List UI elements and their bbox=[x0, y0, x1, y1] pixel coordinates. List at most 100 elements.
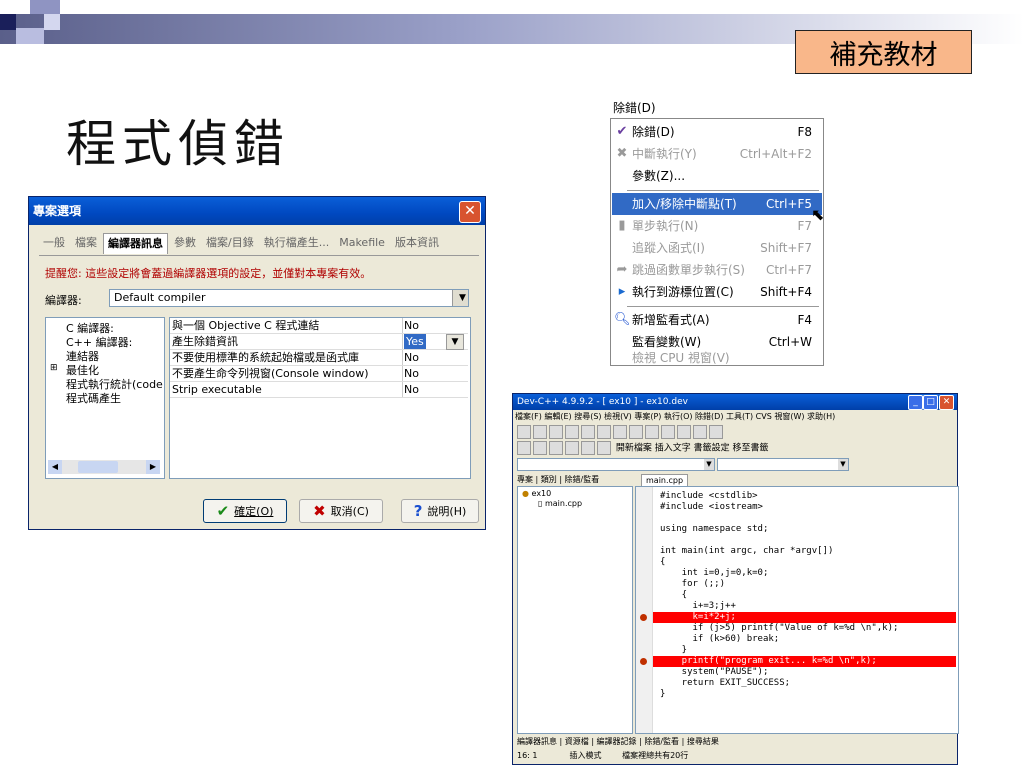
ide-toolbar-2[interactable]: 開新檔案 插入文字 書籤設定 移至書籤 bbox=[517, 441, 768, 455]
code-line[interactable]: if (k>60) break; bbox=[660, 634, 780, 645]
code-line[interactable]: #include <cstdlib> bbox=[660, 491, 758, 502]
tab-compiler[interactable]: 編譯器訊息 bbox=[103, 233, 168, 254]
tab-general[interactable]: 一般 bbox=[39, 233, 69, 253]
code-line[interactable]: using namespace std; bbox=[660, 524, 768, 535]
menu-item-cpu-window[interactable]: 檢視 CPU 視窗(V) bbox=[612, 351, 822, 365]
chevron-down-icon[interactable]: ▼ bbox=[452, 290, 468, 306]
ok-button[interactable]: ✔ 確定(O) bbox=[203, 499, 287, 523]
code-line[interactable]: if (j>5) printf("Value of k=%d \n",k); bbox=[660, 623, 899, 634]
code-editor[interactable]: #include <cstdlib> #include <iostream> usi… bbox=[635, 486, 959, 734]
tab-build[interactable]: 執行檔產生... bbox=[260, 233, 334, 253]
option-row[interactable]: 產生除錯資訊 Yes ▼ bbox=[170, 334, 468, 350]
code-line[interactable]: } bbox=[660, 645, 687, 656]
chevron-down-icon[interactable]: ▼ bbox=[704, 459, 714, 470]
option-name: Strip executable bbox=[170, 382, 403, 397]
cancel-label: 取消(C) bbox=[330, 505, 369, 518]
tree-item-code-generation[interactable]: 程式碼產生 bbox=[66, 390, 121, 406]
tab-directories[interactable]: 檔案/目錄 bbox=[202, 233, 258, 253]
cancel-button[interactable]: ✖ 取消(C) bbox=[299, 499, 383, 523]
debug-menu-title[interactable]: 除錯(D) bbox=[613, 99, 656, 116]
bottom-panel-tabs[interactable]: 編譯器訊息 | 資源檔 | 編譯器記錄 | 除錯/監看 | 搜尋結果 bbox=[517, 736, 957, 748]
ide-toolbar-1[interactable] bbox=[517, 425, 725, 439]
dialog-title: 專案選項 bbox=[29, 197, 485, 225]
scroll-right-icon[interactable]: ▶ bbox=[146, 460, 160, 474]
editor-gutter[interactable] bbox=[636, 487, 653, 733]
option-row[interactable]: 不要使用標準的系統起始檔或是函式庫 No bbox=[170, 350, 468, 366]
option-value: No bbox=[404, 319, 419, 332]
expand-icon[interactable]: ⊞ bbox=[50, 363, 58, 373]
close-button[interactable]: ✕ bbox=[939, 395, 954, 410]
check-icon: ✔ bbox=[216, 502, 230, 520]
compiler-select[interactable]: Default compiler ▼ bbox=[109, 289, 469, 307]
project-tree: ● ex10 ▯ main.cpp bbox=[517, 486, 633, 734]
code-line-breakpoint[interactable]: k=i*2+j; bbox=[653, 612, 956, 623]
option-value: No bbox=[404, 383, 419, 396]
menu-item-step-over[interactable]: ➦ 跳過函數單步執行(S) Ctrl+F7 bbox=[612, 259, 822, 281]
horizontal-scrollbar[interactable]: ◀ ▶ bbox=[48, 460, 160, 474]
watch-icon: 🔍︎ bbox=[614, 312, 631, 327]
minimize-button[interactable]: _ bbox=[908, 395, 923, 410]
code-line[interactable]: } bbox=[660, 689, 665, 700]
option-name: 不要產生命令列視窗(Console window) bbox=[170, 366, 403, 381]
menu-item-parameters[interactable]: 參數(Z)... bbox=[612, 165, 822, 187]
menu-item-step[interactable]: ▮ 單步執行(N) F7 bbox=[612, 215, 822, 237]
code-line[interactable]: int i=0,j=0,k=0; bbox=[660, 568, 769, 579]
option-value: No bbox=[404, 367, 419, 380]
close-button[interactable]: ✕ bbox=[459, 201, 481, 223]
deco-square bbox=[30, 0, 60, 14]
option-row[interactable]: 不要產生命令列視窗(Console window) No bbox=[170, 366, 468, 382]
cursor-position: 16: 1 bbox=[517, 751, 538, 760]
panel-tabs[interactable]: 專案 | 類別 | 除錯/監看 bbox=[517, 474, 631, 486]
code-line[interactable]: for (;;) bbox=[660, 579, 725, 590]
option-value-selected[interactable]: Yes bbox=[404, 334, 426, 349]
member-select[interactable]: ▼ bbox=[717, 458, 849, 471]
project-options-dialog: 專案選項 ✕ 一般 檔案 編譯器訊息 參數 檔案/目錄 執行檔產生... Mak… bbox=[28, 196, 486, 530]
code-line[interactable]: int main(int argc, char *argv[]) bbox=[660, 546, 833, 557]
supplement-badge: 補充教材 bbox=[795, 30, 972, 74]
menu-item-run-to-cursor[interactable]: ▸ 執行到游標位置(C) Shift+F4 bbox=[612, 281, 822, 303]
project-root-item[interactable]: ● ex10 bbox=[522, 489, 551, 498]
breakpoint-icon[interactable] bbox=[640, 658, 647, 665]
chevron-down-icon[interactable]: ▼ bbox=[446, 334, 464, 350]
tab-files[interactable]: 檔案 bbox=[71, 233, 101, 253]
menu-item-debug[interactable]: ✔ 除錯(D) F8 bbox=[612, 121, 822, 143]
code-line-breakpoint[interactable]: printf("program exit... k=%d \n",k); bbox=[653, 656, 956, 667]
devcpp-window: Dev-C++ 4.9.9.2 - [ ex10 ] - ex10.dev _ … bbox=[512, 393, 959, 765]
ide-menubar[interactable]: 檔案(F) 編輯(E) 搜尋(S) 檢視(V) 專案(P) 執行(O) 除錯(D… bbox=[515, 410, 955, 423]
insert-mode: 插入模式 bbox=[569, 751, 602, 760]
breakpoint-icon[interactable] bbox=[640, 614, 647, 621]
option-name: 不要使用標準的系統起始檔或是函式庫 bbox=[170, 350, 403, 365]
chevron-down-icon[interactable]: ▼ bbox=[838, 459, 848, 470]
option-row[interactable]: 與一個 Objective C 程式連結 No bbox=[170, 318, 468, 334]
scroll-thumb[interactable] bbox=[78, 461, 118, 473]
slide-title: 程式偵錯 bbox=[66, 115, 290, 173]
code-line[interactable]: system("PAUSE"); bbox=[660, 667, 769, 678]
class-select[interactable]: ▼ bbox=[517, 458, 715, 471]
tab-version[interactable]: 版本資訊 bbox=[391, 233, 443, 253]
menu-separator bbox=[627, 190, 819, 191]
toolbar-labels: 開新檔案 插入文字 書籤設定 移至書籤 bbox=[615, 443, 769, 454]
option-row[interactable]: Strip executable No bbox=[170, 382, 468, 398]
project-file-item[interactable]: ▯ main.cpp bbox=[538, 499, 582, 508]
help-button[interactable]: ? 說明(H) bbox=[401, 499, 479, 523]
compiler-label: 編譯器: bbox=[45, 294, 82, 307]
line-count: 檔案裡總共有20行 bbox=[622, 751, 689, 760]
jump-icon: ➦ bbox=[616, 262, 628, 277]
code-line[interactable]: #include <iostream> bbox=[660, 502, 763, 513]
menu-item-add-watch[interactable]: 🔍︎ 新增監看式(A) F4 bbox=[612, 309, 822, 331]
stop-icon: ✖ bbox=[616, 146, 628, 161]
code-line[interactable]: return EXIT_SUCCESS; bbox=[660, 678, 790, 689]
code-line[interactable]: { bbox=[660, 590, 687, 601]
code-line[interactable]: { bbox=[660, 557, 665, 568]
code-line[interactable]: i+=3;j++ bbox=[660, 601, 736, 612]
tab-parameters[interactable]: 參數 bbox=[170, 233, 200, 253]
maximize-button[interactable]: □ bbox=[923, 395, 938, 410]
scroll-left-icon[interactable]: ◀ bbox=[48, 460, 62, 474]
menu-item-stop[interactable]: ✖ 中斷執行(Y) Ctrl+Alt+F2 bbox=[612, 143, 822, 165]
option-name: 產生除錯資訊 bbox=[170, 334, 403, 349]
cancel-x-icon: ✖ bbox=[313, 502, 326, 520]
menu-item-watch-variables[interactable]: 監看變數(W) Ctrl+W bbox=[612, 331, 822, 353]
menu-item-toggle-breakpoint[interactable]: 加入/移除中斷點(T) Ctrl+F5 bbox=[612, 193, 822, 215]
tab-makefile[interactable]: Makefile bbox=[335, 233, 389, 253]
menu-item-step-into[interactable]: 追蹤入函式(I) Shift+F7 bbox=[612, 237, 822, 259]
